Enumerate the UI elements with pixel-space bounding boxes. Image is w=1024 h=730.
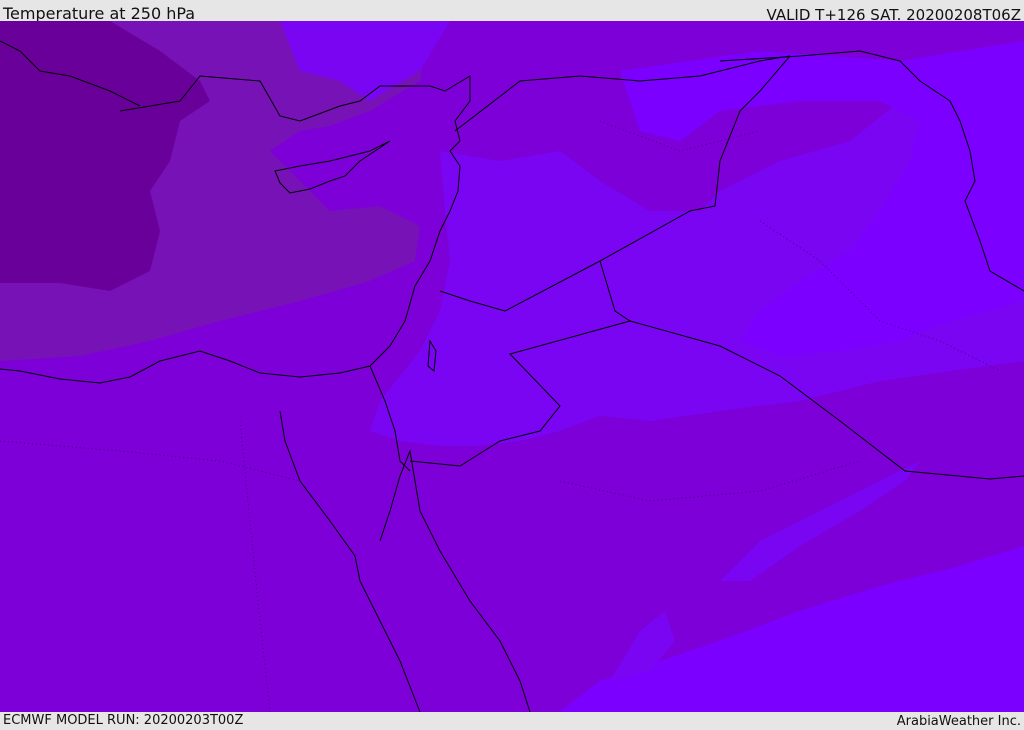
model-run: ECMWF MODEL RUN: 20200203T00Z <box>3 713 244 728</box>
credit-text: ArabiaWeather Inc. <box>896 714 1021 729</box>
map-canvas[interactable] <box>0 21 1024 712</box>
temperature-map <box>0 21 1024 712</box>
header-bar: Temperature at 250 hPa VALID T+126 SAT. … <box>0 0 1024 24</box>
footer-bar: ECMWF MODEL RUN: 20200203T00Z ArabiaWeat… <box>0 712 1024 729</box>
